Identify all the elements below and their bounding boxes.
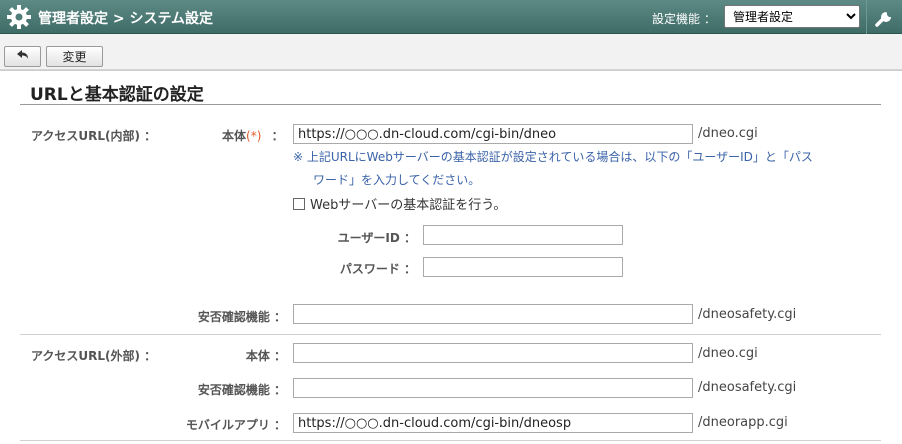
mobile-app-url-input[interactable] [293,413,693,433]
external-main-url-input[interactable] [293,343,693,363]
basic-auth-note-line2: ワード」を入力してください。 [313,173,481,187]
button-bar: 変更 [0,34,902,70]
bottom-divider [20,440,881,441]
mobile-app-suffix: /dneorapp.cgi [698,415,788,430]
internal-main-url-input[interactable] [293,124,693,144]
function-select[interactable]: 管理者設定 [724,5,860,28]
password-label: パスワード ： [339,262,416,276]
external-main-label: 本体 ： [245,349,286,363]
section-divider [20,104,881,105]
section-title: URLと基本認証の設定 [30,85,204,105]
internal-group-label: アクセスURL(内部) ： [31,129,157,143]
user-id-input[interactable] [423,225,623,245]
external-safety-suffix: /dneosafety.cgi [698,380,797,395]
internal-safety-label: 安否確認機能 ： [197,310,286,324]
header-bar: 管理者設定 > システム設定 設定機能 ： 管理者設定 [0,0,902,34]
gear-icon [6,4,32,30]
function-label: 設定機能 ： [652,12,716,26]
change-button[interactable]: 変更 [46,46,103,67]
checkbox-icon[interactable] [293,197,305,210]
required-mark: (*) [246,129,262,143]
group-divider [20,334,881,335]
external-main-suffix: /dneo.cgi [698,346,758,361]
internal-safety-url-input[interactable] [293,304,693,324]
basic-auth-note-line1: ※ 上記URLにWebサーバーの基本認証が設定されている場合は、以下の「ユーザー… [293,150,813,164]
password-input[interactable] [423,257,623,277]
internal-safety-suffix: /dneosafety.cgi [698,307,797,322]
basic-auth-label: Webサーバーの基本認証を行う。 [310,198,507,213]
back-arrow-icon [16,49,30,64]
user-id-label: ユーザーID ： [337,231,416,245]
external-safety-label: 安否確認機能 ： [197,383,286,397]
page-title: 管理者設定 > システム設定 [38,11,214,27]
basic-auth-checkbox[interactable]: Webサーバーの基本認証を行う。 [293,194,506,213]
back-button[interactable] [4,46,41,67]
wrench-icon[interactable] [866,0,902,34]
internal-main-suffix: /dneo.cgi [698,126,758,141]
external-group-label: アクセスURL(外部) ： [31,349,157,363]
mobile-app-label: モバイルアプリ ： [185,418,286,432]
external-safety-url-input[interactable] [293,378,693,398]
internal-main-label: 本体(*) ： [222,129,284,143]
